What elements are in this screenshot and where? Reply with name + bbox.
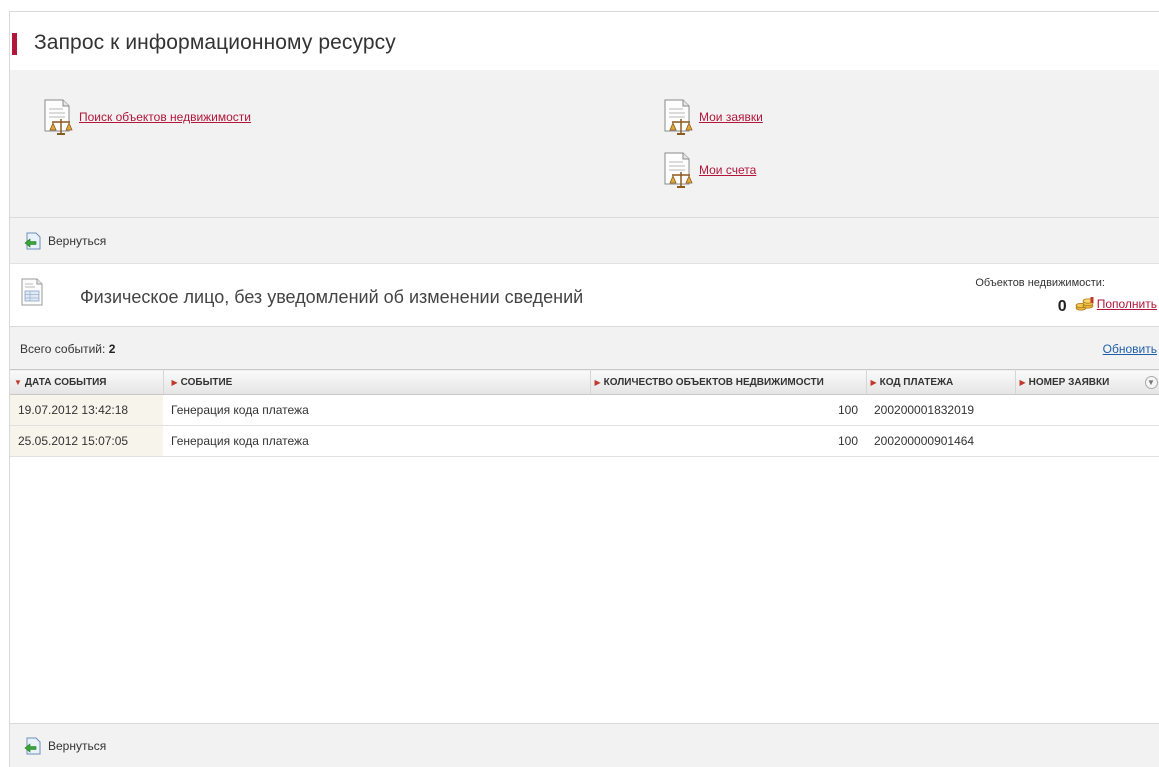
document-scales-icon: [664, 99, 693, 135]
column-header-objects-count[interactable]: ▶ КОЛИЧЕСТВО ОБЪЕКТОВ НЕДВИЖИМОСТИ: [590, 369, 867, 395]
column-header-request-number[interactable]: ▶ НОМЕР ЗАЯВКИ ▼: [1015, 369, 1159, 395]
cell-date: 19.07.2012 13:42:18: [10, 394, 163, 426]
events-total-count: 2: [108, 342, 116, 356]
sort-arrow-icon: ▶: [870, 377, 877, 387]
table-row[interactable]: 25.05.2012 15:07:05 Генерация кода плате…: [10, 425, 1159, 457]
coins-icon: [1075, 297, 1094, 311]
link-my-bills-label[interactable]: Мои счета: [699, 163, 756, 177]
sort-arrow-icon: ▶: [171, 377, 178, 387]
cell-event: Генерация кода платежа: [163, 425, 590, 457]
sort-arrow-icon: ▶: [1019, 377, 1026, 387]
link-my-bills[interactable]: Мои счета: [659, 150, 756, 190]
link-search-objects[interactable]: Поиск объектов недвижимости: [39, 97, 251, 137]
cell-objects-count: 100: [590, 394, 866, 426]
topup-link[interactable]: Пополнить: [1097, 297, 1157, 311]
back-button-bottom-label: Вернуться: [48, 738, 107, 753]
cell-payment-code: 200200001832019: [866, 394, 1015, 426]
back-button-bottom[interactable]: Вернуться: [24, 737, 106, 755]
sort-desc-icon: ▼: [14, 377, 22, 387]
bottom-toolbar: Вернуться: [10, 723, 1159, 767]
page-title: Запрос к информационному ресурсу: [34, 31, 396, 54]
events-total: Всего событий: 2: [20, 342, 115, 356]
objects-balance: Объектов недвижимости: 0 Пополнить: [975, 277, 1157, 316]
summary-bar: Всего событий: 2 Обновить: [10, 326, 1159, 369]
back-button-label: Вернуться: [48, 233, 107, 248]
document-scales-icon: [664, 152, 693, 188]
top-toolbar: Вернуться: [10, 217, 1159, 263]
main-frame: Запрос к информационному ресурсу Поиск о…: [9, 11, 1159, 767]
form-document-icon: [21, 278, 43, 306]
events-table: ▼ ДАТА СОБЫТИЯ ▶ СОБЫТИЕ ▶ КОЛИЧЕСТВО ОБЪЕК…: [10, 369, 1159, 457]
document-scales-icon: [44, 99, 73, 135]
cell-request-number: [1015, 425, 1159, 457]
link-search-objects-label[interactable]: Поиск объектов недвижимости: [79, 110, 251, 124]
cell-payment-code: 200200000901464: [866, 425, 1015, 457]
column-header-payment-code-label: КОД ПЛАТЕЖА: [879, 376, 954, 388]
objects-label: Объектов недвижимости:: [975, 277, 1105, 289]
cell-request-number: [1015, 394, 1159, 426]
cell-event: Генерация кода платежа: [163, 394, 590, 426]
cell-date: 25.05.2012 15:07:05: [10, 425, 163, 457]
column-header-request-number-label: НОМЕР ЗАЯВКИ: [1028, 376, 1110, 388]
back-button[interactable]: Вернуться: [24, 232, 106, 250]
link-my-requests[interactable]: Мои заявки: [659, 97, 763, 137]
link-my-requests-label[interactable]: Мои заявки: [699, 110, 763, 124]
refresh-link[interactable]: Обновить: [1103, 342, 1157, 356]
table-header-row: ▼ ДАТА СОБЫТИЯ ▶ СОБЫТИЕ ▶ КОЛИЧЕСТВО ОБЪЕК…: [10, 369, 1159, 395]
column-header-date-label: ДАТА СОБЫТИЯ: [24, 376, 107, 388]
table-row[interactable]: 19.07.2012 13:42:18 Генерация кода плате…: [10, 394, 1159, 426]
title-accent-bar: [12, 33, 17, 55]
column-header-event-label: СОБЫТИЕ: [180, 376, 233, 388]
subject-title: Физическое лицо, без уведомлений об изме…: [80, 287, 584, 307]
events-total-label: Всего событий:: [20, 342, 106, 356]
page-header: Запрос к информационному ресурсу: [10, 12, 1159, 70]
column-header-event[interactable]: ▶ СОБЫТИЕ: [163, 369, 591, 395]
column-menu-icon[interactable]: ▼: [1144, 376, 1158, 389]
links-panel: Поиск объектов недвижимости Мои заявки М…: [10, 70, 1159, 217]
back-arrow-icon: [24, 737, 41, 754]
column-header-payment-code[interactable]: ▶ КОД ПЛАТЕЖА: [866, 369, 1016, 395]
objects-count: 0: [1057, 298, 1067, 315]
back-arrow-icon: [24, 232, 41, 249]
column-header-date[interactable]: ▼ ДАТА СОБЫТИЯ: [10, 369, 164, 395]
column-header-objects-count-label: КОЛИЧЕСТВО ОБЪЕКТОВ НЕДВИЖИМОСТИ: [603, 376, 824, 388]
cell-objects-count: 100: [590, 425, 866, 457]
sort-arrow-icon: ▶: [594, 377, 601, 387]
objects-line: 0 Пополнить: [975, 292, 1157, 316]
events-grid: ▼ ДАТА СОБЫТИЯ ▶ СОБЫТИЕ ▶ КОЛИЧЕСТВО ОБЪЕК…: [10, 369, 1159, 698]
subject-row: Физическое лицо, без уведомлений об изме…: [10, 263, 1159, 326]
